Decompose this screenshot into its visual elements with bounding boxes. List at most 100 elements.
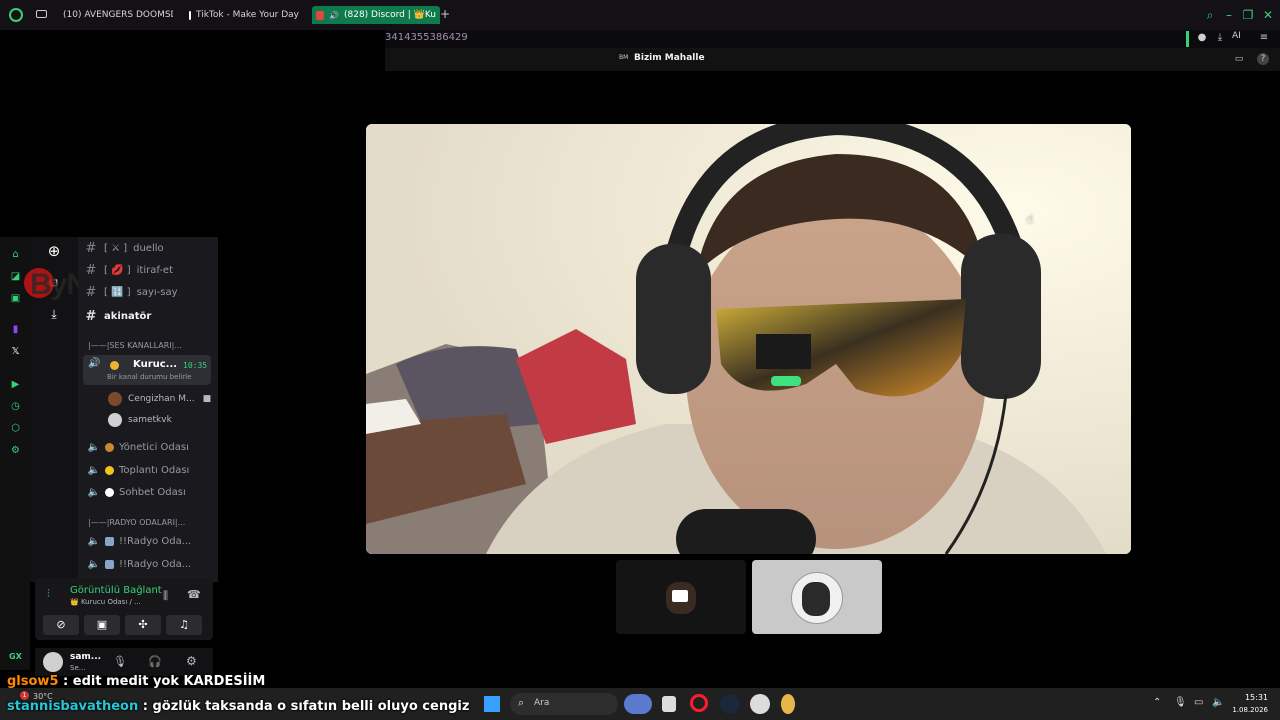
history-icon[interactable]: ◷ [9,400,22,413]
tab-youtube[interactable]: (10) AVENGERS DOOMSDA [58,6,173,24]
taskbar-search[interactable]: ⌕ Ara [510,693,618,715]
profile-icon[interactable]: ● [1195,31,1209,45]
channel-sayi-say[interactable]: # [ 🔢 ] sayı-say [78,282,218,302]
speaker-icon: 🔈 [87,441,101,453]
channel-status[interactable]: Bir kanal durumu belirle [107,373,191,381]
download-icon[interactable]: ⤓ [1213,31,1227,45]
microphone-icon[interactable]: 🎙 [1174,697,1187,708]
chat-line: stannisbavatheon : gözlük taksanda o sıf… [7,699,469,714]
tray-overflow-icon[interactable]: ⌃ [1153,697,1161,708]
channel-prefix: [ ⚔ ] [104,242,128,254]
disconnect-icon[interactable]: ☎ [187,588,201,601]
voice-channel-label: Kuruc... [133,359,178,370]
channel-list: # [ ⚔ ] duello # [ 💋 ] itiraf-et # [ 🔢 ]… [78,237,218,582]
opera-gx-logo-icon[interactable] [9,8,23,22]
channel-itiraf-et[interactable]: # [ 💋 ] itiraf-et [78,260,218,280]
steam-icon[interactable] [720,694,740,714]
member-cengizhan[interactable]: Cengizhan M... ■ [108,390,211,408]
radio-channel-1[interactable]: 🔈 !!Radyo Oda... [83,531,211,551]
add-server-icon[interactable]: ⊕ [40,237,68,265]
twitch-icon[interactable]: ▮ [9,323,22,336]
volume-icon[interactable]: 🔈 [1212,697,1224,708]
avatar[interactable] [43,652,63,672]
download-apps-icon[interactable]: ⤓ [40,300,68,328]
ai-button[interactable]: AI [1232,31,1241,41]
start-icon[interactable] [484,696,500,712]
menu-icon[interactable]: ≡ [1257,31,1271,45]
display-icon[interactable]: ▭ [1194,697,1203,708]
tab-discord[interactable]: 🔊 (828) Discord | 👑Ku [312,6,440,24]
chat-user: glsow5 [7,674,59,689]
x-icon[interactable]: 𝕏 [9,345,22,358]
video-thumbnail-cengizhan[interactable] [616,560,746,634]
extensions-icon[interactable]: ⬡ [9,422,22,435]
channel-label: sayı-say [136,286,178,298]
signal-icon[interactable]: ⫶ [47,587,50,601]
channel-label: akinatör [104,310,152,322]
activities-button[interactable]: ✣ [125,615,161,635]
settings-icon[interactable]: ⚙ [9,444,22,457]
file-explorer-icon[interactable] [662,696,676,712]
chat-text: : gözlük taksanda o sıfatın belli oluyo … [142,699,470,714]
speaker-icon: 🔈 [87,486,101,498]
video-thumbnail-sametkvk[interactable] [752,560,882,634]
player-icon[interactable]: ▶ [9,378,22,391]
gx-control-icon[interactable]: ⌂ [9,248,22,261]
tab-label: (10) AVENGERS DOOMSDA [63,10,173,20]
hand-cursor-icon: ☝ [1026,212,1034,226]
avatar-face [802,582,830,616]
soundboard-button[interactable]: ♫ [166,615,202,635]
system-clock[interactable]: 15:31 1.08.2026 [1232,692,1268,716]
gx-corner-icon[interactable]: ◪ [9,270,22,283]
chat-user: stannisbavatheon [7,699,139,714]
voice-channel-yonetici[interactable]: 🔈 Yönetici Odası [83,437,211,457]
voice-channel-kurucu[interactable]: 🔊 Kuruc... 10:35 Bir kanal durumu belirl… [83,355,211,385]
avatar [108,392,122,406]
trophy-icon [105,442,114,452]
category-voice[interactable]: |——|SES KANALLARI|... [88,341,182,350]
restore-icon[interactable]: ❐ [1241,8,1255,22]
chat-text: : edit medit yok KARDESİİM [63,674,266,689]
main-video-stream[interactable]: ☝ [366,124,1131,554]
url-text[interactable]: 3414355386429 [385,32,468,43]
channel-label: duello [133,242,164,254]
minimize-icon[interactable]: – [1222,8,1236,22]
app-icon[interactable] [750,694,770,714]
member-name: sametkvk [128,415,172,425]
microphone-icon[interactable]: 🎙 [113,655,127,668]
voice-channel-toplanti[interactable]: 🔈 Toplantı Odası [83,460,211,480]
noise-suppression-icon[interactable]: ⫼ [163,589,168,603]
gx-label: GX [9,652,22,661]
channel-duello[interactable]: # [ ⚔ ] duello [78,238,218,258]
messenger-icon[interactable]: ▣ [9,292,22,305]
category-radio[interactable]: |——|RADYO ODALARI|... [88,518,185,527]
crown-icon [110,361,119,370]
help-icon[interactable]: ? [1257,53,1269,65]
search-icon[interactable]: ⌕ [1203,8,1217,22]
radio-channel-2[interactable]: 🔈 !!Radyo Oda... [83,554,211,574]
screen-share-button[interactable]: ▣ [84,615,120,635]
headphones-icon[interactable]: 🎧 [148,655,162,668]
inbox-icon[interactable]: ▭ [1233,53,1245,65]
hashtag-icon: # [85,284,97,300]
tab-tiktok[interactable]: TikTok - Make Your Day [189,6,299,24]
member-sametkvk[interactable]: sametkvk [108,411,172,429]
speaker-icon: 🔊 [329,10,339,20]
speaker-icon: 🔈 [87,558,101,570]
widget-icon[interactable] [624,694,652,714]
voice-channel-label: !!Radyo Oda... [119,558,192,570]
opera-gx-icon[interactable] [690,694,708,712]
connection-channel[interactable]: 👑 Kurucu Odası / ... [70,598,141,606]
user-settings-icon[interactable]: ⚙ [186,654,197,668]
tab-overview-icon[interactable] [36,10,47,18]
app-icon[interactable] [781,694,795,714]
connection-label: Görüntülü Bağlant [70,585,162,596]
emoji-icon [105,465,114,475]
voice-channel-sohbet[interactable]: 🔈 Sohbet Odası [83,482,211,502]
channel-akinator[interactable]: # akinatör [78,306,218,326]
close-icon[interactable]: ✕ [1261,8,1275,22]
radio-icon [105,559,114,569]
new-tab-button[interactable]: + [440,7,450,21]
camera-off-button[interactable]: ⊘ [43,615,79,635]
username: sam... [70,652,102,662]
